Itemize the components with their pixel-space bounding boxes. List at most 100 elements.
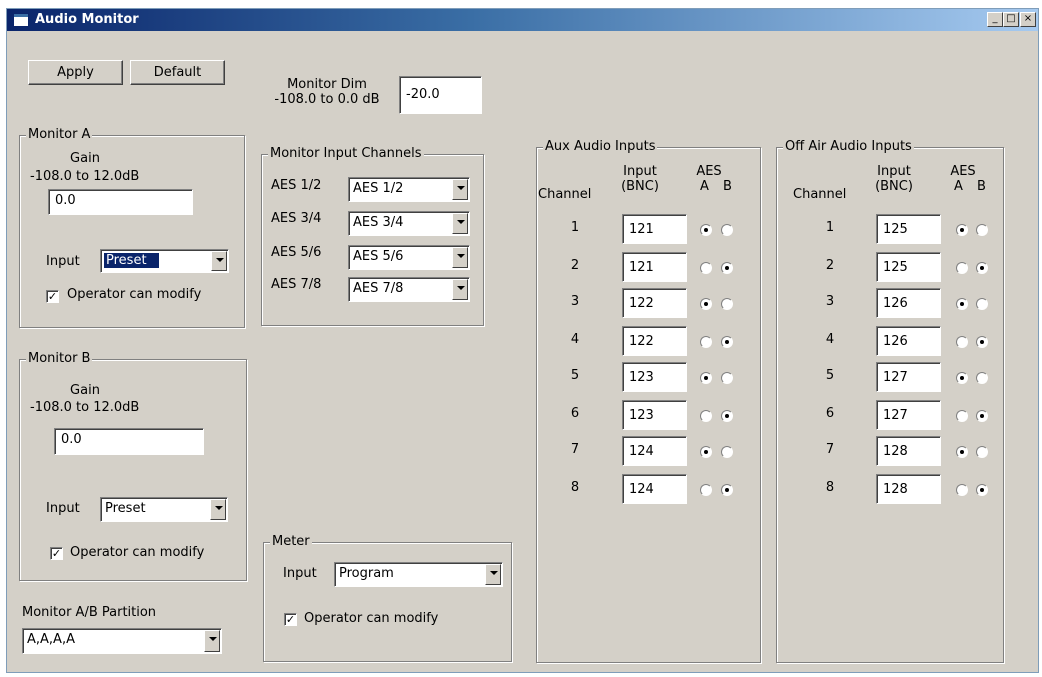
aux-aes-a-radio[interactable]	[700, 484, 712, 496]
aux-input-field[interactable]: 122	[622, 326, 687, 356]
aux-aes-a-radio[interactable]	[700, 262, 712, 274]
offair-input-header-line1: Input	[877, 164, 911, 179]
aux-aes-a-radio[interactable]	[700, 410, 712, 422]
input-channels-title: Monitor Input Channels	[268, 146, 424, 161]
offair-aes-b-radio[interactable]	[976, 298, 988, 310]
aes-1-2-select[interactable]: AES 1/2	[348, 177, 470, 202]
chevron-down-icon[interactable]	[452, 279, 468, 300]
aux-b-header: B	[723, 179, 732, 194]
aux-input-header: Input (BNC)	[605, 164, 675, 194]
chevron-down-icon[interactable]	[452, 179, 468, 200]
minimize-button[interactable]: _	[987, 12, 1003, 27]
offair-aes-a-radio[interactable]	[956, 298, 968, 310]
partition-label: Monitor A/B Partition	[22, 605, 157, 620]
monitor-a-gain-input[interactable]: 0.0	[48, 189, 193, 215]
aes-3-4-label: AES 3/4	[271, 211, 322, 226]
aux-aes-a-radio[interactable]	[700, 446, 712, 458]
offair-aes-a-radio[interactable]	[956, 372, 968, 384]
aux-aes-a-radio[interactable]	[700, 372, 712, 384]
aes-1-2-value: AES 1/2	[353, 181, 404, 196]
meter-group: Meter Input Program ✓ Operator can modif…	[263, 534, 512, 662]
offair-input-field[interactable]: 126	[876, 288, 941, 318]
monitor-b-modify-checkbox[interactable]: ✓	[50, 547, 63, 560]
chevron-down-icon[interactable]	[485, 564, 501, 585]
offair-aes-b-radio[interactable]	[976, 262, 988, 274]
monitor-a-input-select[interactable]: Preset	[100, 249, 229, 273]
monitor-b-input-select[interactable]: Preset	[100, 497, 228, 522]
offair-input-field[interactable]: 128	[876, 436, 941, 466]
aux-aes-b-radio[interactable]	[721, 262, 733, 274]
aes-5-6-select[interactable]: AES 5/6	[348, 245, 470, 270]
aux-aes-b-radio[interactable]	[721, 410, 733, 422]
monitor-b-group: Monitor B Gain -108.0 to 12.0dB 0.0 Inpu…	[19, 351, 247, 581]
offair-input-field[interactable]: 127	[876, 362, 941, 392]
aes-3-4-select[interactable]: AES 3/4	[348, 211, 470, 236]
offair-channel-number: 3	[825, 294, 835, 309]
monitor-a-gain-label: Gain	[70, 151, 100, 166]
aux-channel-number: 8	[570, 480, 580, 495]
meter-input-select[interactable]: Program	[334, 562, 503, 587]
meter-modify-checkbox[interactable]: ✓	[284, 613, 297, 626]
aes-7-8-select[interactable]: AES 7/8	[348, 277, 470, 302]
aux-aes-b-radio[interactable]	[721, 446, 733, 458]
aes-5-6-label: AES 5/6	[271, 245, 322, 260]
aux-input-field[interactable]: 124	[622, 436, 687, 466]
offair-aes-a-radio[interactable]	[956, 484, 968, 496]
offair-input-field[interactable]: 126	[876, 326, 941, 356]
offair-aes-a-radio[interactable]	[956, 224, 968, 236]
monitor-dim-range: -108.0 to 0.0 dB	[274, 92, 380, 107]
chevron-down-icon[interactable]	[452, 213, 468, 234]
aux-aes-a-radio[interactable]	[700, 298, 712, 310]
offair-aes-b-radio[interactable]	[976, 410, 988, 422]
offair-aes-a-radio[interactable]	[956, 336, 968, 348]
offair-a-header: A	[954, 179, 963, 194]
offair-aes-b-radio[interactable]	[976, 484, 988, 496]
chevron-down-icon[interactable]	[211, 251, 227, 271]
monitor-b-gain-input[interactable]: 0.0	[54, 428, 204, 455]
title-bar[interactable]: Audio Monitor _ □ ×	[7, 9, 1038, 31]
offair-aes-b-radio[interactable]	[976, 224, 988, 236]
aux-input-field[interactable]: 121	[622, 252, 687, 282]
aux-input-field[interactable]: 124	[622, 474, 687, 504]
aux-aes-a-radio[interactable]	[700, 224, 712, 236]
offair-channel-number: 8	[825, 480, 835, 495]
offair-input-field[interactable]: 125	[876, 214, 941, 244]
offair-input-field[interactable]: 128	[876, 474, 941, 504]
monitor-a-modify-checkbox[interactable]: ✓	[46, 290, 59, 303]
aux-aes-b-radio[interactable]	[721, 372, 733, 384]
aux-channel-number: 6	[570, 406, 580, 421]
monitor-a-group: Monitor A Gain -108.0 to 12.0dB 0.0 Inpu…	[19, 127, 245, 328]
aux-input-field[interactable]: 122	[622, 288, 687, 318]
offair-aes-b-radio[interactable]	[976, 446, 988, 458]
offair-aes-a-radio[interactable]	[956, 446, 968, 458]
offair-aes-a-radio[interactable]	[956, 262, 968, 274]
offair-aes-b-radio[interactable]	[976, 336, 988, 348]
offair-input-header: Input (BNC)	[859, 164, 929, 194]
offair-channel-number: 1	[825, 220, 835, 235]
offair-channel-number: 7	[825, 442, 835, 457]
maximize-button[interactable]: □	[1003, 12, 1019, 27]
partition-select[interactable]: A,A,A,A	[22, 628, 222, 654]
aux-aes-b-radio[interactable]	[721, 484, 733, 496]
aux-input-field[interactable]: 121	[622, 214, 687, 244]
chevron-down-icon[interactable]	[204, 630, 220, 652]
meter-title: Meter	[270, 534, 312, 549]
aux-input-field[interactable]: 123	[622, 400, 687, 430]
aes-7-8-value: AES 7/8	[353, 281, 404, 296]
apply-button[interactable]: Apply	[28, 60, 123, 85]
offair-input-field[interactable]: 127	[876, 400, 941, 430]
monitor-dim-input[interactable]: -20.0	[399, 76, 482, 114]
meter-modify-label: Operator can modify	[304, 611, 439, 626]
close-button[interactable]: ×	[1020, 12, 1036, 27]
aux-aes-b-radio[interactable]	[721, 224, 733, 236]
chevron-down-icon[interactable]	[452, 247, 468, 268]
offair-input-field[interactable]: 125	[876, 252, 941, 282]
chevron-down-icon[interactable]	[210, 499, 226, 520]
default-button[interactable]: Default	[130, 60, 225, 85]
aux-input-field[interactable]: 123	[622, 362, 687, 392]
offair-aes-b-radio[interactable]	[976, 372, 988, 384]
aux-aes-a-radio[interactable]	[700, 336, 712, 348]
aux-aes-b-radio[interactable]	[721, 298, 733, 310]
offair-aes-a-radio[interactable]	[956, 410, 968, 422]
aux-aes-b-radio[interactable]	[721, 336, 733, 348]
